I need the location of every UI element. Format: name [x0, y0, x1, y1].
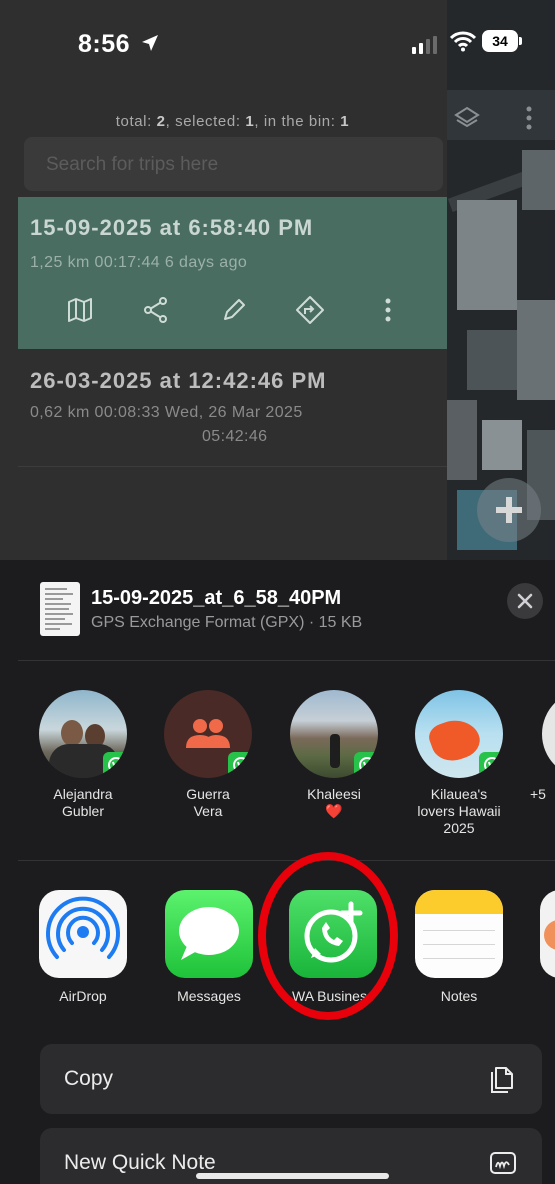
share-button[interactable] — [136, 290, 176, 330]
highlight-circle — [258, 852, 398, 1020]
signal-icon — [412, 36, 437, 54]
share-icon — [144, 297, 167, 323]
trip-summary: total: 2, selected: 1, in the bin: 1 — [115, 113, 350, 130]
app-label: Notes — [440, 988, 478, 1004]
trip-actions — [18, 290, 447, 330]
divider — [18, 860, 555, 861]
directions-icon — [296, 296, 324, 324]
avatar — [39, 690, 127, 778]
avatar — [164, 690, 252, 778]
close-icon — [517, 593, 533, 609]
trip-meta: 0,62 km 00:08:33 Wed, 26 Mar 2025 — [30, 404, 303, 421]
whatsapp-badge-icon — [103, 752, 127, 778]
file-thumbnail — [40, 582, 80, 636]
status-bar: 8:56 34 — [0, 0, 555, 90]
whatsapp-badge-icon — [228, 752, 252, 778]
divider — [18, 660, 555, 661]
zoom-in-button[interactable] — [477, 478, 541, 542]
contact-name: Guerra Vera — [186, 786, 230, 819]
contact-name: +5 — [530, 786, 546, 802]
trip-menu-button[interactable] — [368, 290, 408, 330]
battery-tip — [519, 37, 522, 45]
screen: total: 2, selected: 1, in the bin: 1 Sea… — [0, 0, 555, 1184]
search-placeholder: Search for trips here — [46, 154, 219, 175]
divider — [18, 466, 447, 467]
trip-title: 15-09-2025 at 6:58:40 PM — [30, 215, 314, 240]
layers-icon — [454, 106, 480, 128]
map-icon — [68, 298, 92, 322]
avatar — [290, 690, 378, 778]
map-menu-button[interactable] — [523, 104, 535, 137]
new-quick-note-label: New Quick Note — [64, 1151, 216, 1174]
avatar — [542, 690, 555, 778]
edit-button[interactable] — [214, 290, 254, 330]
copy-label: Copy — [64, 1067, 114, 1090]
more-vertical-icon — [526, 106, 532, 130]
contact-name: Khaleesi ❤️ — [307, 786, 361, 819]
clock: 8:56 — [78, 30, 131, 58]
contact-khaleesi[interactable]: Khaleesi ❤️ — [279, 690, 389, 820]
close-button[interactable] — [507, 583, 543, 619]
plus-icon — [496, 497, 522, 523]
search-field[interactable]: Search for trips here — [24, 137, 443, 191]
pencil-icon — [224, 299, 245, 320]
app-notes[interactable]: Notes — [414, 890, 504, 1004]
contact-name: Alejandra Gubler — [53, 786, 113, 819]
home-indicator — [196, 1173, 389, 1179]
location-arrow-icon — [142, 35, 158, 51]
copy-icon — [491, 1067, 513, 1093]
map-view-button[interactable] — [60, 290, 100, 330]
file-details: GPS Exchange Format (GPX) · 15 KB — [91, 614, 363, 631]
copy-button[interactable]: Copy — [40, 1044, 542, 1114]
whatsapp-badge-icon — [354, 752, 378, 778]
layers-button[interactable] — [453, 104, 481, 137]
group-icon — [186, 719, 230, 748]
whatsapp-badge-icon — [479, 752, 503, 778]
contact-name: Kilauea's lovers Hawaii 2025 — [417, 786, 501, 836]
file-name: 15-09-2025_at_6_58_40PM — [91, 587, 342, 609]
app-messages[interactable]: Messages — [164, 890, 254, 1004]
contact-alejandra-gubler[interactable]: Alejandra Gubler — [28, 690, 138, 820]
quick-note-icon — [490, 1152, 516, 1174]
app-label: Messages — [177, 988, 241, 1004]
trip-meta-time: 05:42:46 — [202, 428, 268, 445]
battery-indicator: 34 — [482, 30, 518, 52]
trip-title[interactable]: 26-03-2025 at 12:42:46 PM — [30, 368, 327, 394]
wifi-icon — [450, 31, 476, 52]
contact-more[interactable]: +5 — [530, 690, 555, 803]
app-label: AirDrop — [59, 988, 107, 1004]
avatar — [415, 690, 503, 778]
trip-meta: 1,25 km 00:17:44 6 days ago — [30, 254, 248, 271]
app-icon-partial — [540, 890, 555, 978]
contact-kilauea-lovers-hawaii[interactable]: Kilauea's lovers Hawaii 2025 — [404, 690, 514, 837]
app-airdrop[interactable]: AirDrop — [38, 890, 128, 1004]
directions-button[interactable] — [290, 290, 330, 330]
app-more[interactable] — [540, 890, 555, 978]
airdrop-icon — [39, 890, 127, 978]
more-vertical-icon — [385, 298, 391, 322]
messages-icon — [165, 890, 253, 978]
notes-icon — [415, 890, 503, 978]
contact-guerra-vera[interactable]: Guerra Vera — [153, 690, 263, 820]
